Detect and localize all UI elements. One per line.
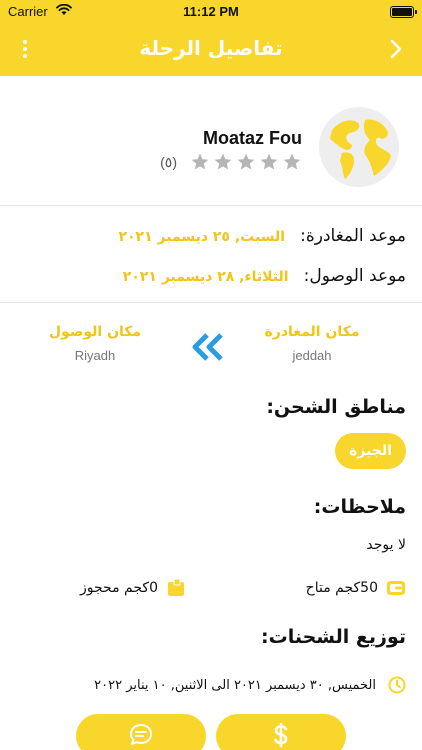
departure-label: موعد المغادرة: — [300, 226, 406, 246]
package-icon — [168, 578, 184, 596]
price-button[interactable] — [216, 714, 346, 750]
reserved-weight-text: 0كجم محجوز — [80, 580, 158, 596]
origin-label: مكان المغادرة — [264, 324, 360, 340]
rating-count: (٥) — [160, 153, 177, 170]
star-icon — [283, 153, 301, 170]
page-title: تفاصيل الرحلة — [139, 36, 283, 60]
available-weight: 50كجم متاح — [306, 578, 406, 598]
distribution-title: توزيع الشحنات: — [261, 626, 406, 648]
star-icon — [214, 153, 232, 170]
status-time: 11:12 PM — [183, 4, 239, 19]
divider — [0, 205, 422, 206]
destination-location: مكان الوصول Riyadh — [30, 324, 160, 363]
notes-title: ملاحظات: — [313, 496, 406, 518]
star-icon — [191, 153, 209, 170]
rating: (٥) — [160, 152, 302, 172]
star-icon — [237, 153, 255, 170]
departure-value: السبت, ٢٥ ديسمبر ٢٠٢١ — [118, 229, 286, 245]
arrival-label: موعد الوصول: — [303, 266, 406, 286]
notes-text: لا يوجد — [366, 537, 406, 553]
origin-city: jeddah — [292, 348, 332, 363]
driver-profile: Moataz Fou (٥) — [0, 90, 422, 202]
driver-name: Moataz Fou — [203, 128, 302, 148]
distribution-period: الخميس, ٣٠ ديسمبر ٢٠٢١ الى الاثنين, ١٠ ي… — [94, 676, 406, 694]
available-weight-text: 50كجم متاح — [305, 580, 378, 596]
chat-icon — [130, 724, 152, 745]
clock-icon — [388, 676, 406, 694]
divider — [0, 302, 422, 303]
nav-bar: تفاصيل الرحلة — [0, 24, 422, 76]
globe-icon — [319, 107, 399, 187]
dollar-icon — [274, 722, 288, 748]
destination-label: مكان الوصول — [48, 324, 142, 340]
area-chip[interactable]: الجيزة — [335, 433, 406, 469]
chat-button[interactable] — [76, 714, 206, 750]
chevron-right-icon[interactable] — [386, 36, 406, 62]
distribution-text: الخميس, ٣٠ ديسمبر ٢٠٢١ الى الاثنين, ١٠ ي… — [94, 677, 376, 693]
shipping-areas-title: مناطق الشحن: — [266, 396, 406, 418]
star-icon — [260, 153, 278, 170]
battery-icon — [390, 6, 417, 18]
arrival-row: موعد الوصول: الثلاثاء, ٢٨ ديسمبر ٢٠٢١ — [123, 266, 406, 286]
double-chevron-left-icon — [192, 333, 223, 361]
reserved-weight: 0كجم محجوز — [80, 578, 186, 598]
arrival-value: الثلاثاء, ٢٨ ديسمبر ٢٠٢١ — [122, 269, 289, 285]
wallet-icon — [387, 581, 405, 595]
origin-location: مكان المغادرة jeddah — [247, 324, 377, 363]
status-bar: Carrier 11:12 PM — [0, 0, 422, 24]
destination-city: Riyadh — [74, 348, 116, 363]
departure-row: موعد المغادرة: السبت, ٢٥ ديسمبر ٢٠٢١ — [118, 226, 406, 246]
